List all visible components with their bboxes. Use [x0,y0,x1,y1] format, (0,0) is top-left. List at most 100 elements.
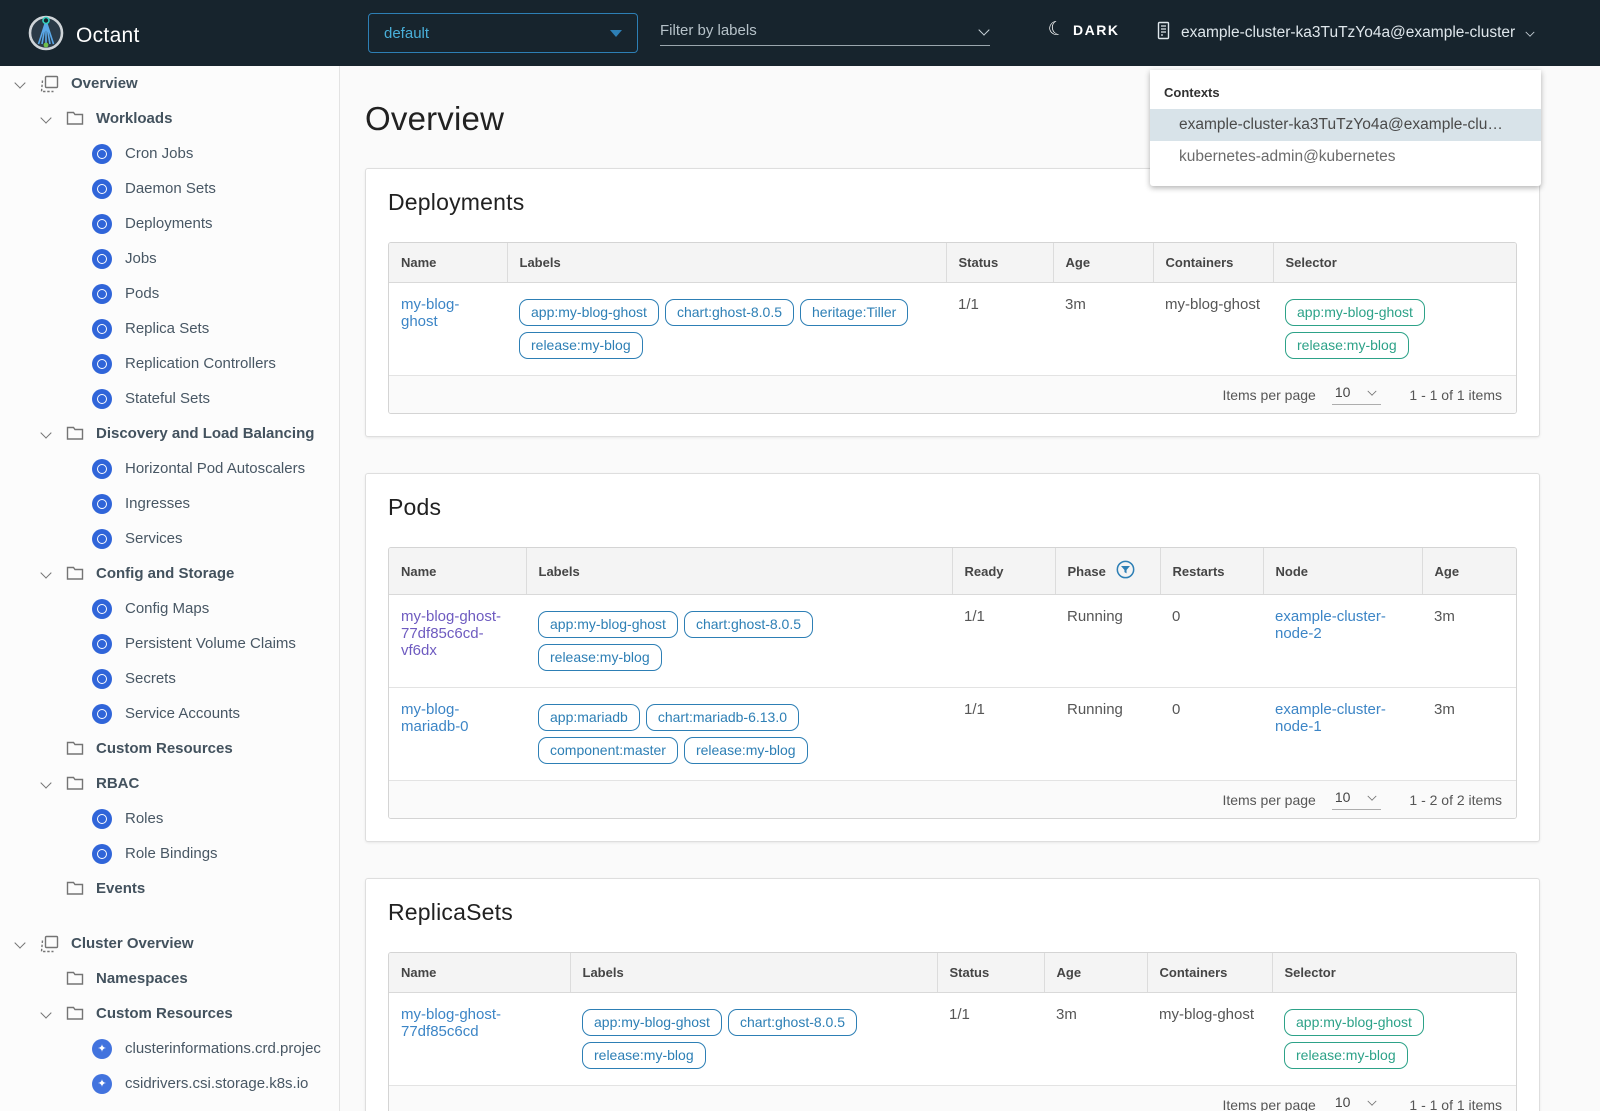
contexts-dropdown-title: Contexts [1164,85,1220,100]
sidebar-item-cron-jobs[interactable]: Cron Jobs [0,136,339,171]
moon-icon: ☾ [1046,17,1068,42]
node-link[interactable]: example-cluster-node-2 [1275,608,1386,642]
context-option[interactable]: kubernetes-admin@kubernetes [1150,141,1541,173]
sidebar-item-daemon-sets[interactable]: Daemon Sets [0,171,339,206]
sidebar-item-clusterinformations[interactable]: clusterinformations.crd.projec [0,1031,339,1066]
cluster-icon [1155,21,1172,45]
sidebar-item-ingresses[interactable]: Ingresses [0,486,339,521]
chevron-down-icon[interactable] [40,113,52,125]
label-pill[interactable]: component:master [538,737,678,764]
sidebar-item-csidrivers[interactable]: csidrivers.csi.storage.k8s.io [0,1066,339,1101]
column-header: Phase [1054,548,1160,595]
chevron-down-icon[interactable] [40,1008,52,1020]
sidebar-item-roles[interactable]: Roles [0,801,339,836]
sidebar-item-deployments[interactable]: Deployments [0,206,339,241]
pagination-range: 1 - 1 of 1 items [1409,386,1502,403]
filter-funnel-icon[interactable] [1116,560,1135,582]
sidebar-item-workloads[interactable]: Workloads [0,101,339,136]
selector-pill[interactable]: release:my-blog [1285,332,1409,359]
sidebar-item-config-and-storage[interactable]: Config and Storage [0,556,339,591]
sidebar-item-service-accounts[interactable]: Service Accounts [0,696,339,731]
octant-logo-icon [26,13,66,58]
column-header: Labels [525,548,952,595]
age-cell: 3m [1053,282,1153,375]
sidebar-item-overview[interactable]: Overview [0,66,339,101]
chevron-down-icon[interactable] [14,938,26,950]
chevron-down-icon[interactable] [40,428,52,440]
chevron-down-icon [1525,28,1535,38]
label-filter-input[interactable] [660,22,940,39]
deployment-link[interactable]: my-blog-ghost [401,296,459,330]
label-pill[interactable]: chart:ghost-8.0.5 [664,299,795,326]
label-pill[interactable]: heritage:Tiller [800,299,909,326]
sidebar-item-pods[interactable]: Pods [0,276,339,311]
hpa-icon [92,458,112,479]
items-per-page-select[interactable]: 10 [1331,789,1382,810]
items-per-page-select[interactable]: 10 [1331,384,1382,405]
items-per-page-select[interactable]: 10 [1332,1094,1382,1111]
sidebar-item-stateful-sets[interactable]: Stateful Sets [0,381,339,416]
ready-cell: 1/1 [952,687,1055,780]
chevron-down-icon[interactable] [978,25,990,37]
sidebar-item-config-maps[interactable]: Config Maps [0,591,339,626]
sidebar-item-cluster-overview[interactable]: Cluster Overview [0,926,339,961]
label-pill[interactable]: chart:ghost-8.0.5 [683,611,814,638]
selector-pill[interactable]: release:my-blog [1284,1042,1408,1069]
chevron-down-icon[interactable] [40,778,52,790]
sidebar-item-role-bindings[interactable]: Role Bindings [0,836,339,871]
sidebar-item-custom-resources[interactable]: Custom Resources [0,731,339,766]
selector-pill[interactable]: app:my-blog-ghost [1284,1009,1424,1036]
sidebar-item-horizontal-pod-autoscalers[interactable]: Horizontal Pod Autoscalers [0,451,339,486]
replicaset-link[interactable]: my-blog-ghost-77df85c6cd [401,1006,501,1040]
table-row: my-blog-mariadb-0 app:mariadb chart:maria… [389,687,1516,780]
context-option-selected[interactable]: example-cluster-ka3TuTzYo4a@example-clu… [1150,109,1541,141]
namespace-select[interactable]: default [368,13,638,53]
label-pill[interactable]: chart:mariadb-6.13.0 [645,704,800,731]
restarts-cell: 0 [1160,594,1263,688]
folder-icon [66,1006,84,1021]
theme-toggle[interactable]: ☾ DARK [1046,17,1120,42]
folder-icon [66,111,84,126]
label-pill[interactable]: release:my-blog [683,737,808,764]
sidebar-item-jobs[interactable]: Jobs [0,241,339,276]
deployments-grid: Name Labels Status Age Containers Select… [388,242,1517,414]
pagination-footer: Items per page 10 1 - 2 of 2 items [389,780,1516,818]
label-pill[interactable]: chart:ghost-8.0.5 [727,1009,858,1036]
sidebar-item-rbac[interactable]: RBAC [0,766,339,801]
replicasets-title: ReplicaSets [388,899,513,925]
containers-cell: my-blog-ghost [1153,282,1273,375]
pod-link[interactable]: my-blog-ghost-77df85c6cd-vf6dx [401,608,501,659]
replication-controllers-icon [92,353,112,374]
pod-link[interactable]: my-blog-mariadb-0 [401,701,469,735]
chevron-down-icon[interactable] [14,78,26,90]
sidebar-item-namespaces[interactable]: Namespaces [0,961,339,996]
label-pill[interactable]: release:my-blog [538,644,662,671]
crd-icon [92,1038,112,1059]
sidebar-item-events[interactable]: Events [0,871,339,906]
selector-pill[interactable]: app:my-blog-ghost [1285,299,1425,326]
sidebar-item-services[interactable]: Services [0,521,339,556]
label-pill[interactable]: app:my-blog-ghost [538,611,678,638]
sidebar-item-secrets[interactable]: Secrets [0,661,339,696]
table-row: my-blog-ghost-77df85c6cd-vf6dx app:my-bl… [389,594,1516,688]
column-header: Selector [1271,953,1516,993]
age-cell: 3m [1422,594,1516,688]
chevron-down-icon[interactable] [40,568,52,580]
sidebar-item-persistent-volume-claims[interactable]: Persistent Volume Claims [0,626,339,661]
sidebar-item-replica-sets[interactable]: Replica Sets [0,311,339,346]
label-pill[interactable]: app:mariadb [538,704,640,731]
theme-toggle-label: DARK [1073,21,1120,38]
context-chooser[interactable]: example-cluster-ka3TuTzYo4a@example-clus… [1155,21,1536,45]
applications-icon [40,935,59,953]
brand: Octant [26,13,140,58]
label-pill[interactable]: release:my-blog [519,332,643,359]
node-link[interactable]: example-cluster-node-1 [1275,701,1386,735]
sidebar-item-cluster-custom-resources[interactable]: Custom Resources [0,996,339,1031]
sidebar-item-discovery-and-load-balancing[interactable]: Discovery and Load Balancing [0,416,339,451]
pagination-range: 1 - 1 of 1 items [1409,1096,1502,1111]
sidebar-item-replication-controllers[interactable]: Replication Controllers [0,346,339,381]
label-pill[interactable]: release:my-blog [582,1042,706,1069]
crd-icon [92,1073,112,1094]
label-pill[interactable]: app:my-blog-ghost [519,299,659,326]
label-pill[interactable]: app:my-blog-ghost [582,1009,722,1036]
